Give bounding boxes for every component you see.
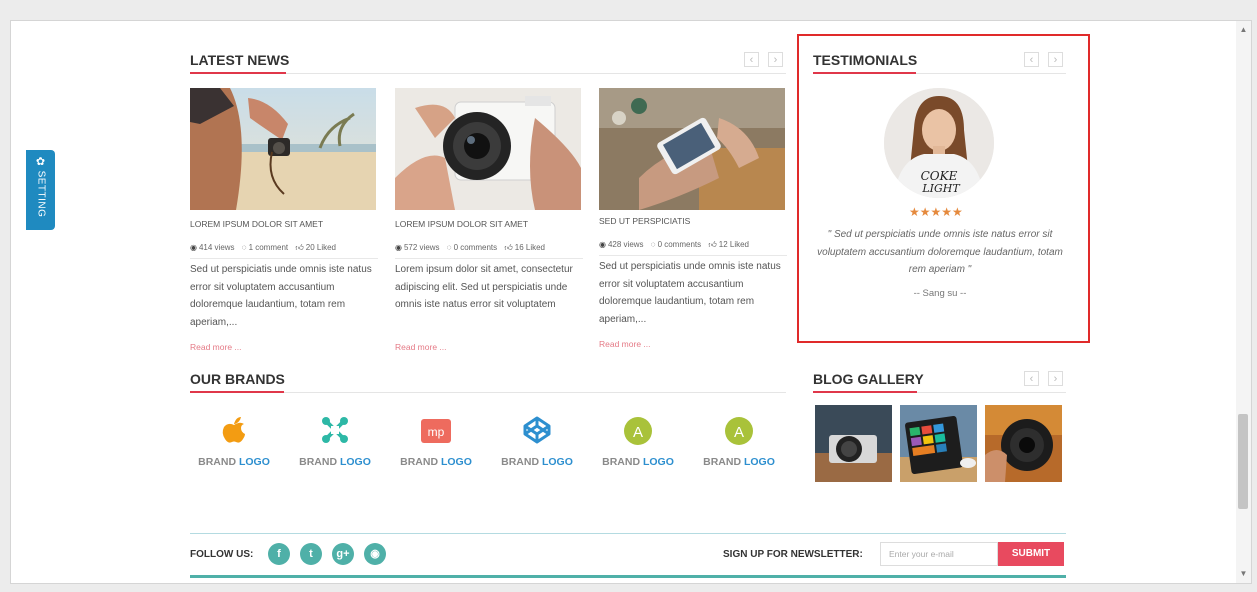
twitter-icon[interactable]: t [300, 543, 322, 565]
comment-icon: ◌ [446, 243, 452, 252]
svg-text:COKE: COKE [921, 169, 958, 183]
svg-text:A: A [734, 424, 744, 441]
gallery-next-button[interactable]: › [1048, 371, 1063, 386]
views-count: 572 views [403, 243, 440, 252]
mp-icon: mp [421, 419, 451, 443]
joomla-icon [322, 417, 348, 443]
brand-logo-text: BRAND LOGO [501, 456, 573, 468]
rating-stars-icon: ★★★★★ [909, 205, 963, 219]
divider [190, 258, 378, 259]
read-more-link[interactable]: Read more ... [599, 339, 651, 349]
svg-text:LIGHT: LIGHT [921, 182, 961, 195]
divider [599, 255, 787, 256]
read-more-link[interactable]: Read more ... [395, 342, 447, 352]
gallery-image-lens[interactable] [985, 405, 1062, 482]
news-image-smartphone[interactable] [599, 88, 785, 210]
footer-bottom-bar [190, 575, 1066, 578]
blog-gallery-title: BLOG GALLERY [813, 371, 924, 387]
thumbs-up-icon: 👍︎ [708, 240, 717, 249]
title-underline [190, 391, 284, 393]
gallery-image-tablet[interactable] [900, 405, 977, 482]
a-circle-icon: A [725, 417, 753, 445]
latest-news-title: LATEST NEWS [190, 52, 290, 68]
newsletter-submit-button[interactable]: SUBMIT [998, 542, 1064, 566]
news-item-title[interactable]: LOREM IPSUM DOLOR SIT AMET [190, 219, 323, 229]
brand-logo-apple[interactable]: BRAND LOGO [188, 415, 280, 475]
news-item-title[interactable]: LOREM IPSUM DOLOR SIT AMET [395, 219, 528, 229]
testimonials-title: TESTIMONIALS [813, 52, 918, 68]
comments-count: 0 comments [453, 243, 498, 252]
brand-logo-text: BRAND LOGO [299, 456, 371, 468]
news-image-camera[interactable] [395, 88, 581, 210]
news-excerpt: Lorem ipsum dolor sit amet, consectetur … [395, 264, 573, 310]
divider [395, 258, 583, 259]
brand-logo-text: BRAND LOGO [703, 456, 775, 468]
codepen-icon [523, 416, 551, 444]
likes-count: 20 Liked [305, 243, 336, 252]
testimonial-quote: " Sed ut perspiciatis unde omnis iste na… [817, 229, 1063, 275]
testimonial-author: -- Sang su -- [913, 288, 967, 299]
brand-logo-text: BRAND LOGO [602, 456, 674, 468]
follow-us-label: FOLLOW US: [190, 549, 254, 560]
testimonial-avatar: COKE LIGHT [884, 88, 994, 198]
gallery-image-camera[interactable] [815, 405, 892, 482]
title-underline [813, 391, 917, 393]
views-count: 414 views [198, 243, 235, 252]
svg-text:A: A [633, 424, 643, 441]
news-next-button[interactable]: › [768, 52, 783, 67]
brand-logo-codepen[interactable]: BRAND LOGO [491, 415, 583, 475]
gallery-prev-button[interactable]: ‹ [1024, 371, 1039, 386]
setting-label: SETTING [35, 170, 47, 218]
read-more-link[interactable]: Read more ... [190, 342, 242, 352]
comment-icon: ◌ [650, 240, 656, 249]
news-meta: ◉ 572 views ◌ 0 comments 👍︎ 16 Liked [395, 243, 545, 253]
comment-icon: ◌ [241, 243, 247, 252]
news-item-title[interactable]: SED UT PERSPICIATIS [599, 216, 690, 226]
eye-icon: ◉ [395, 243, 402, 252]
likes-count: 16 Liked [514, 243, 545, 252]
comments-count: 1 comment [248, 243, 289, 252]
views-count: 428 views [607, 240, 644, 249]
brand-logo-a[interactable]: A BRAND LOGO [693, 415, 785, 475]
comments-count: 0 comments [657, 240, 702, 249]
setting-tab[interactable]: ✿ SETTING [26, 150, 55, 230]
footer-divider [190, 533, 1066, 534]
news-image-beach-camera[interactable] [190, 88, 376, 210]
brand-logo-text: BRAND LOGO [400, 456, 472, 468]
news-meta: ◉ 414 views ◌ 1 comment 👍︎ 20 Liked [190, 243, 336, 253]
likes-count: 12 Liked [718, 240, 749, 249]
newsletter-email-input[interactable] [880, 542, 998, 566]
gear-icon: ✿ [35, 156, 46, 168]
eye-icon: ◉ [190, 243, 197, 252]
our-brands-title: OUR BRANDS [190, 371, 285, 387]
a-circle-icon: A [624, 417, 652, 445]
scroll-up-icon[interactable]: ▲ [1236, 23, 1251, 37]
newsletter-label: SIGN UP FOR NEWSLETTER: [723, 549, 863, 560]
scrollbar-thumb[interactable] [1238, 414, 1248, 509]
testimonials-prev-button[interactable]: ‹ [1024, 52, 1039, 67]
news-meta: ◉ 428 views ◌ 0 comments 👍︎ 12 Liked [599, 240, 749, 250]
brand-logo-mp[interactable]: mp BRAND LOGO [390, 415, 482, 475]
news-excerpt: Sed ut perspiciatis unde omnis iste natu… [599, 261, 781, 325]
brand-logo-a[interactable]: A BRAND LOGO [592, 415, 684, 475]
rss-icon[interactable]: ◉ [364, 543, 386, 565]
scroll-down-icon[interactable]: ▼ [1236, 567, 1251, 581]
thumbs-up-icon: 👍︎ [295, 243, 304, 252]
title-underline [813, 72, 916, 74]
brand-logo-joomla[interactable]: BRAND LOGO [289, 415, 381, 475]
eye-icon: ◉ [599, 240, 606, 249]
vertical-scrollbar[interactable]: ▲ ▼ [1236, 21, 1251, 583]
google-plus-icon[interactable]: g+ [332, 543, 354, 565]
apple-icon [222, 417, 245, 443]
title-underline [190, 72, 286, 74]
brand-logo-text: BRAND LOGO [198, 456, 270, 468]
thumbs-up-icon: 👍︎ [504, 243, 513, 252]
news-prev-button[interactable]: ‹ [744, 52, 759, 67]
news-excerpt: Sed ut perspiciatis unde omnis iste natu… [190, 264, 372, 328]
testimonials-next-button[interactable]: › [1048, 52, 1063, 67]
facebook-icon[interactable]: f [268, 543, 290, 565]
svg-text:mp: mp [428, 425, 445, 439]
